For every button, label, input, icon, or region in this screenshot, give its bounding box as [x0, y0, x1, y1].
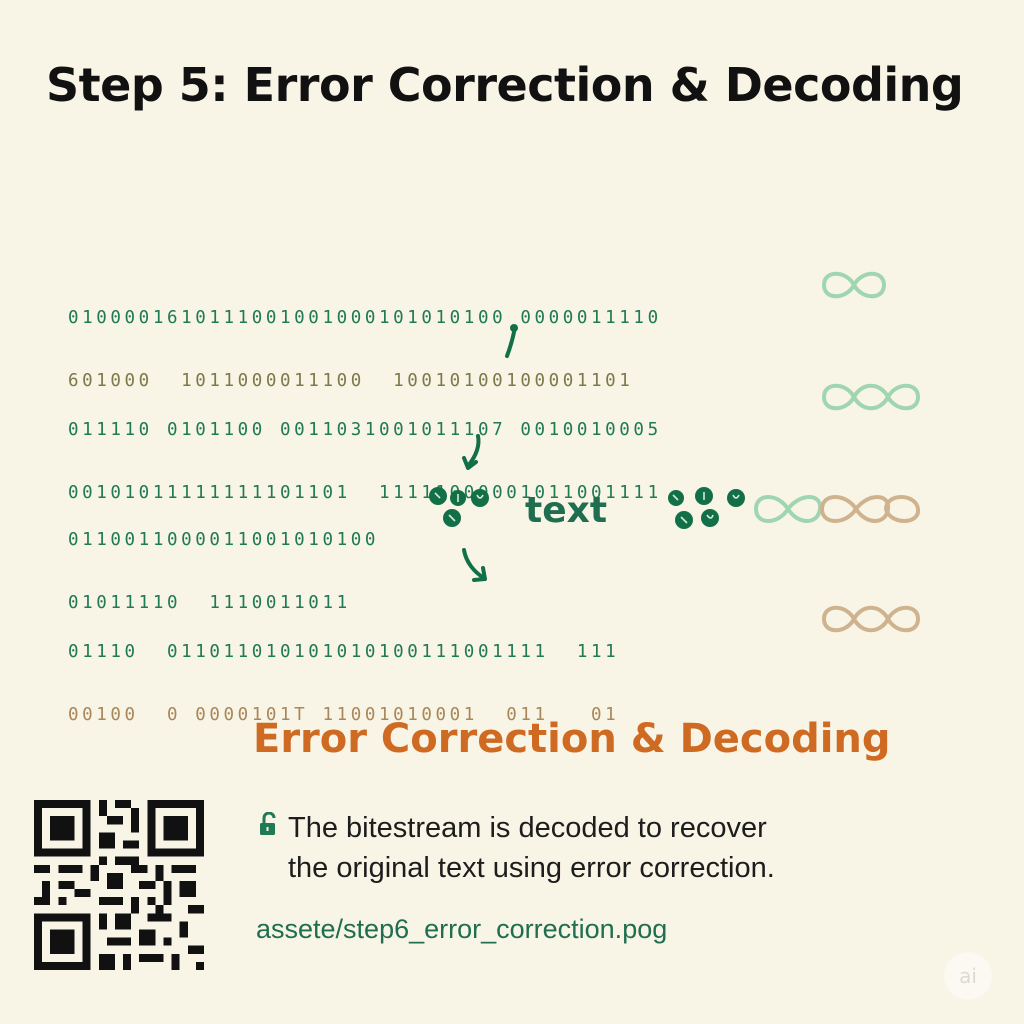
infinity-loop-icon [821, 605, 921, 633]
description-line: the original text using error correction… [288, 852, 775, 884]
bitstream-line: 01110 011011010101010100111001111 111 [68, 642, 620, 662]
qr-code-icon [34, 800, 204, 970]
infinity-loop-icon [821, 271, 887, 299]
curved-down-arrow-icon [462, 548, 487, 582]
page-title: Step 5: Error Correction & Decoding [46, 58, 964, 112]
curved-down-arrow-icon [462, 434, 481, 470]
infinity-loop-icon [821, 383, 921, 411]
infinity-loop-icon [753, 495, 920, 523]
infographic: Step 5: Error Correction & Decoding 0100… [0, 0, 1024, 1024]
bitstream-line: 0110011000011001010100 [68, 530, 379, 550]
curved-down-arrow-icon [505, 324, 518, 358]
decoding-dots-icon [429, 487, 489, 527]
decoding-dots-icon [668, 487, 745, 529]
bitstream-line: 0100001610111001001000101010100 00000111… [68, 308, 662, 328]
bitstream-line: 011110 0101100 0011031001011107 00100100… [68, 420, 662, 440]
section-heading: Error Correction & Decoding [253, 716, 891, 762]
decoded-text-label: text [525, 490, 608, 531]
asset-path: assete/step6_error_correction.pog [256, 914, 668, 944]
ai-badge: ai [944, 952, 992, 1000]
description: The bitestream is decoded to recover the… [288, 808, 908, 888]
unlocked-padlock-icon [260, 812, 276, 835]
description-line: The bitestream is decoded to recover [288, 812, 767, 844]
